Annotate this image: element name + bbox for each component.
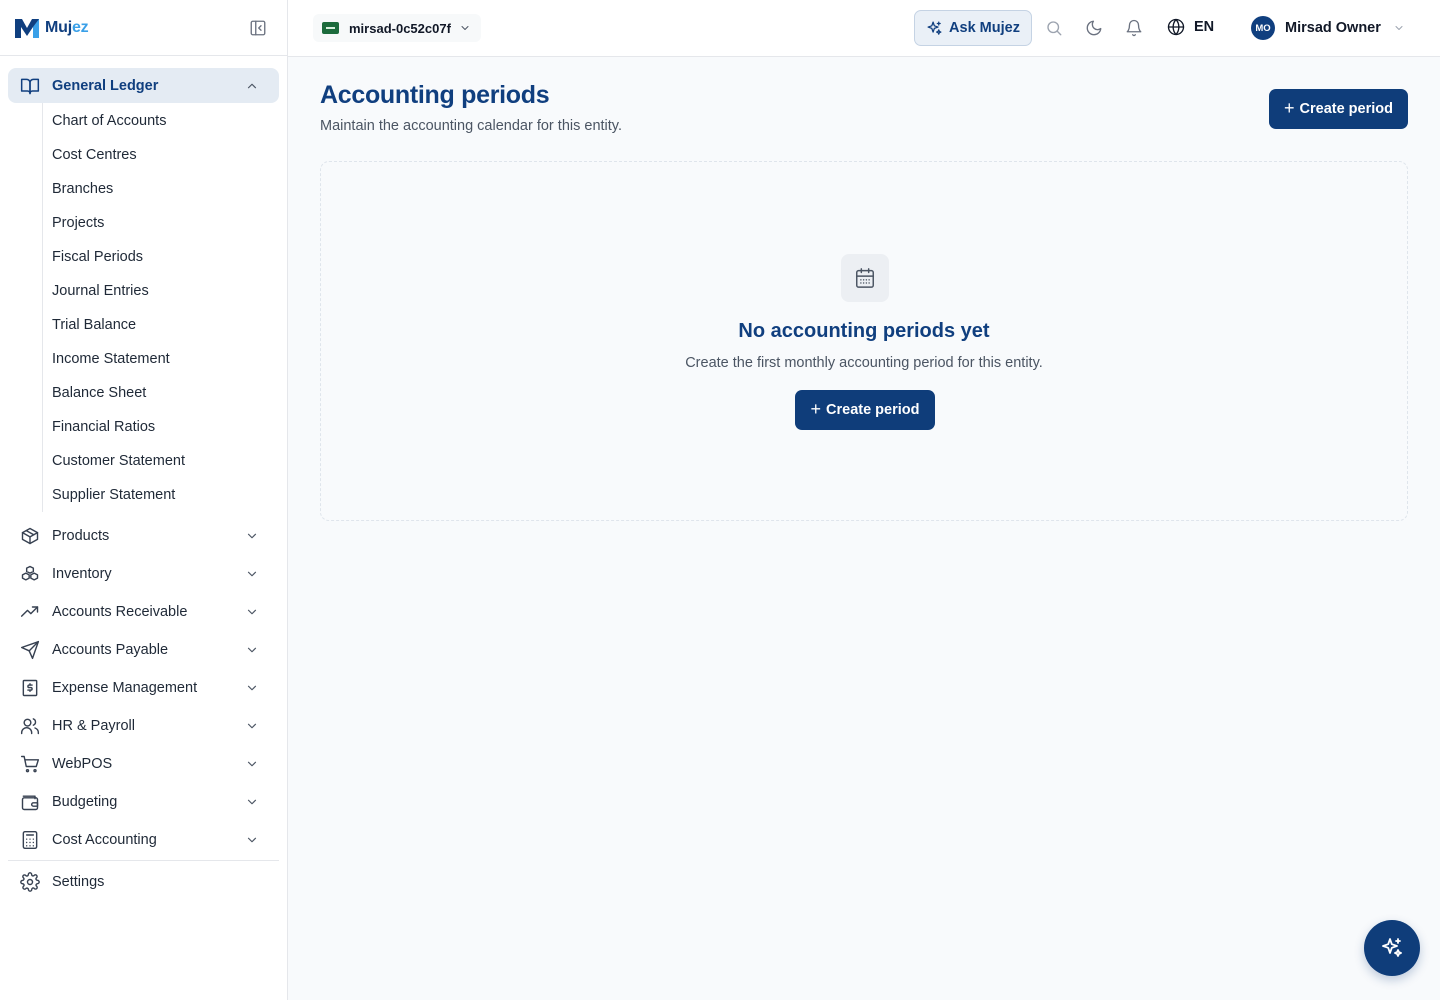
entity-name: mirsad-0c52c07f (349, 20, 451, 36)
sparkles-icon (1382, 938, 1402, 957)
subnav-item-financial-ratios[interactable]: Financial Ratios (43, 410, 279, 444)
subnav-item-income-statement[interactable]: Income Statement (43, 342, 279, 376)
page-title: Accounting periods (320, 81, 550, 109)
wallet-icon (21, 795, 39, 811)
user-menu[interactable]: MO Mirsad Owner (1251, 16, 1405, 40)
sidebar-nav: General Ledger Chart of Accounts Cost Ce… (0, 56, 287, 901)
language-selector[interactable]: EN (1167, 18, 1214, 36)
chevron-down-icon (247, 761, 257, 767)
subnav-item-fiscal-periods[interactable]: Fiscal Periods (43, 240, 279, 274)
sidebar: Mujez General Ledger Chart of Accounts C… (0, 0, 288, 1000)
subnav-item-chart-of-accounts[interactable]: Chart of Accounts (43, 104, 279, 138)
chevron-down-icon (1395, 26, 1403, 30)
sidebar-item-label: Cost Accounting (52, 832, 157, 848)
ask-mujez-button[interactable]: Ask Mujez (914, 10, 1032, 46)
trending-up-icon (20, 606, 39, 617)
sidebar-item-label: Accounts Payable (52, 642, 169, 658)
ask-mujez-label: Ask Mujez (949, 20, 1020, 36)
top-bar: mirsad-0c52c07f Ask Mujez EN MO Mirsad O… (288, 0, 1440, 57)
chevron-down-icon (247, 533, 257, 539)
sidebar-item-accounts-payable[interactable]: Accounts Payable (8, 631, 279, 669)
sidebar-item-accounts-receivable[interactable]: Accounts Receivable (8, 593, 279, 631)
sidebar-item-label: Accounts Receivable (52, 604, 188, 620)
cart-icon (20, 755, 40, 773)
empty-state-card: No accounting periods yet Create the fir… (320, 161, 1408, 521)
ai-assistant-fab[interactable] (1364, 920, 1420, 976)
gear-icon (20, 872, 40, 892)
chevron-down-icon (247, 571, 257, 577)
subnav-item-journal-entries[interactable]: Journal Entries (43, 274, 279, 308)
search-icon[interactable] (1045, 19, 1063, 37)
create-period-label: Create period (1299, 101, 1393, 117)
sidebar-item-products[interactable]: Products (8, 517, 279, 555)
sidebar-item-webpos[interactable]: WebPOS (8, 745, 279, 783)
receipt-icon (22, 679, 38, 697)
subnav-item-balance-sheet[interactable]: Balance Sheet (43, 376, 279, 410)
sidebar-item-label: Budgeting (52, 794, 118, 810)
moon-icon[interactable] (1085, 19, 1103, 37)
plus-icon: + (1284, 98, 1295, 118)
sidebar-item-expense-management[interactable]: Expense Management (8, 669, 279, 707)
user-name: Mirsad Owner (1285, 20, 1381, 36)
calendar-icon (856, 268, 874, 288)
chevron-down-icon (247, 609, 257, 615)
sidebar-item-label: WebPOS (52, 756, 113, 772)
sidebar-item-hr-payroll[interactable]: HR & Payroll (8, 707, 279, 745)
calculator-icon (22, 830, 38, 850)
chevron-down-icon (461, 26, 469, 30)
sidebar-item-label: HR & Payroll (52, 718, 135, 734)
chevron-down-icon (247, 799, 257, 805)
create-period-label: Create period (826, 402, 920, 418)
bell-icon[interactable] (1125, 19, 1143, 37)
avatar: MO (1251, 16, 1275, 40)
sidebar-item-label: Inventory (52, 566, 112, 582)
empty-state-title: No accounting periods yet (738, 320, 990, 342)
send-icon (20, 640, 40, 660)
chevron-down-icon (247, 647, 257, 653)
sidebar-group-label: General Ledger (52, 77, 159, 94)
sidebar-item-budgeting[interactable]: Budgeting (8, 783, 279, 821)
language-code: EN (1194, 19, 1215, 35)
empty-state-create-period-button[interactable]: + Create period (795, 390, 935, 430)
sparkles-icon (927, 20, 942, 35)
mujez-logo-icon[interactable] (14, 17, 40, 39)
sidebar-item-label: Settings (52, 874, 105, 890)
users-icon (20, 718, 40, 735)
subnav-item-cost-centres[interactable]: Cost Centres (43, 138, 279, 172)
book-open-icon (20, 78, 40, 94)
empty-state-icon-box (841, 254, 889, 302)
sidebar-item-label: Expense Management (52, 680, 198, 696)
chevron-down-icon (247, 685, 257, 691)
sidebar-item-cost-accounting[interactable]: Cost Accounting (8, 821, 279, 859)
create-period-button[interactable]: + Create period (1269, 89, 1408, 129)
sidebar-group-general-ledger[interactable]: General Ledger (8, 68, 279, 103)
empty-state-description: Create the first monthly accounting peri… (685, 355, 1043, 371)
sidebar-collapse-icon[interactable] (249, 19, 267, 37)
subnav-item-projects[interactable]: Projects (43, 206, 279, 240)
subnav-item-trial-balance[interactable]: Trial Balance (43, 308, 279, 342)
subnav-item-branches[interactable]: Branches (43, 172, 279, 206)
subnav-item-supplier-statement[interactable]: Supplier Statement (43, 478, 279, 512)
saudi-flag-icon (322, 22, 339, 34)
entity-selector[interactable]: mirsad-0c52c07f (313, 14, 481, 42)
chevron-up-icon (247, 83, 257, 88)
chevron-down-icon (247, 837, 257, 843)
boxes-icon (21, 565, 39, 581)
package-icon (21, 527, 39, 545)
page-subtitle: Maintain the accounting calendar for thi… (320, 118, 622, 134)
plus-icon: + (810, 399, 822, 419)
sidebar-item-label: Products (52, 528, 110, 544)
sidebar-item-inventory[interactable]: Inventory (8, 555, 279, 593)
chevron-down-icon (247, 723, 257, 729)
sidebar-item-settings[interactable]: Settings (8, 863, 279, 901)
brand-name: Mujez (45, 18, 89, 36)
brand-header: Mujez (0, 0, 287, 56)
sidebar-divider (8, 860, 279, 861)
subnav-item-customer-statement[interactable]: Customer Statement (43, 444, 279, 478)
general-ledger-subnav: Chart of Accounts Cost Centres Branches … (42, 103, 279, 512)
globe-icon (1167, 18, 1185, 36)
